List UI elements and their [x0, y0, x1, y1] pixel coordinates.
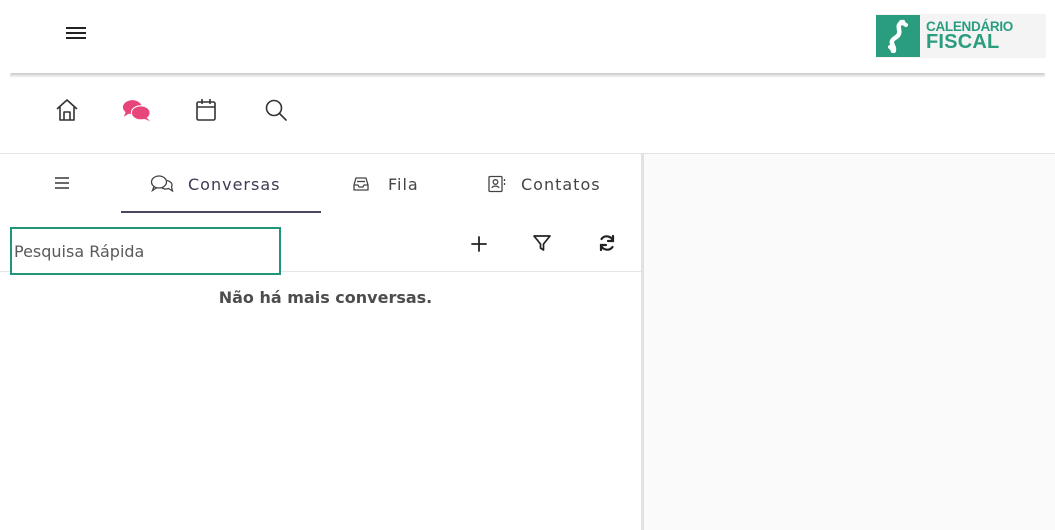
contact-card-icon: [487, 175, 507, 193]
hamburger-icon: [54, 175, 70, 194]
main-icon-bar: [0, 95, 400, 135]
top-bar-shadow: [10, 73, 1045, 78]
tab-contatos[interactable]: Contatos: [487, 154, 601, 214]
logo-mark-icon: [876, 15, 920, 57]
calendario-fiscal-logo: CALENDÁRIO FISCAL: [876, 14, 1046, 58]
empty-conversations-message: Não há mais conversas.: [218, 288, 433, 307]
inbox-icon: [352, 175, 370, 193]
search-icon[interactable]: [261, 95, 291, 125]
tab-menu[interactable]: [54, 154, 70, 214]
active-tab-indicator: [121, 211, 321, 213]
search-toolbar: [0, 214, 641, 275]
tab-label-contatos: Contatos: [521, 174, 601, 194]
tab-conversas[interactable]: Conversas: [150, 154, 280, 214]
hamburger-menu-button[interactable]: [64, 24, 88, 46]
conversation-detail-area: [644, 154, 1055, 530]
tab-label-conversas: Conversas: [188, 174, 281, 194]
chat-bubbles-icon[interactable]: [122, 95, 152, 125]
top-app-bar: CALENDÁRIO FISCAL: [0, 0, 1055, 75]
calendar-icon[interactable]: [191, 95, 221, 125]
quick-search-input[interactable]: [10, 227, 281, 275]
chat-icon: [150, 174, 174, 194]
refresh-icon[interactable]: [594, 230, 620, 256]
home-icon[interactable]: [52, 95, 82, 125]
tab-fila[interactable]: Fila: [352, 154, 419, 214]
filter-icon[interactable]: [529, 230, 555, 256]
tab-label-fila: Fila: [388, 174, 419, 194]
plus-icon[interactable]: [466, 231, 492, 257]
conversations-panel: Conversas Fila Contatos Pesquisa Rápida …: [0, 154, 641, 530]
logo-text-line2: FISCAL: [926, 31, 1000, 54]
panel-tabs: Conversas Fila Contatos: [0, 154, 641, 214]
